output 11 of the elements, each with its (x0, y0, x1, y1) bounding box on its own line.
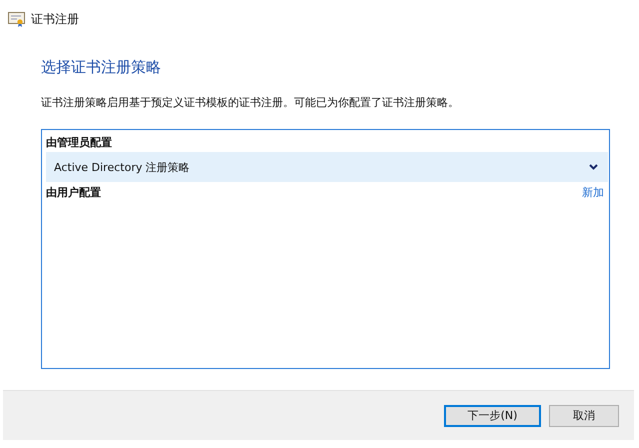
certificate-icon (8, 12, 25, 26)
dialog-button[interactable]: 取消 (549, 404, 619, 426)
page-heading: 选择证书注册策略 (41, 58, 162, 77)
description-text: 证书注册策略启用基于预定义证书模板的证书注册。可能已为你配置了证书注册策略。 (41, 95, 460, 110)
window-title: 证书注册 (31, 10, 79, 28)
dialog-button[interactable]: 下一步(N) (444, 404, 541, 426)
chevron-icon (589, 164, 598, 170)
add-link[interactable]: 新加 (582, 184, 604, 200)
group-header: 由管理员配置 (46, 134, 112, 150)
group-header: 由用户配置 (46, 184, 101, 200)
policy-item[interactable]: Active Directory 注册策略 (46, 152, 608, 182)
